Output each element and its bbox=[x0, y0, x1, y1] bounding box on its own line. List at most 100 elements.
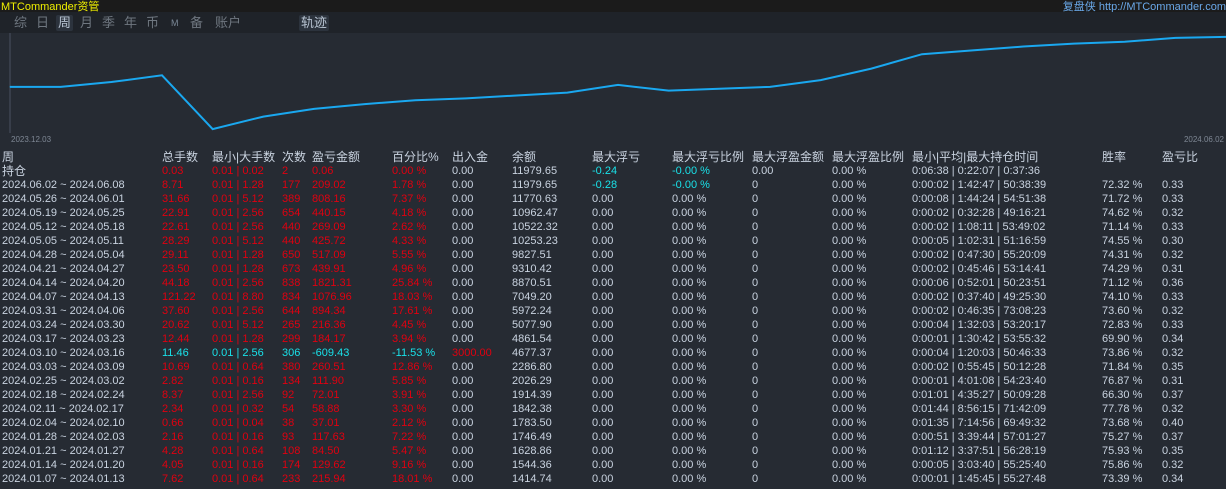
table-row[interactable]: 2024.02.25 ~ 2024.03.02 2.82 0.01 | 0.16 13… bbox=[0, 374, 1226, 388]
table-cell: 0.00 bbox=[452, 291, 474, 303]
table-cell: 0.01 | 0.04 bbox=[212, 417, 264, 429]
column-header[interactable]: 最小|大手数 bbox=[212, 150, 275, 164]
data-point bbox=[668, 90, 670, 92]
tab-0[interactable]: 综 bbox=[12, 15, 29, 31]
tab-9[interactable]: 账户 bbox=[213, 15, 243, 31]
table-cell: 0.00 bbox=[592, 305, 614, 317]
table-cell: 0.01 | 0.16 bbox=[212, 375, 264, 387]
table-row[interactable]: 2024.03.31 ~ 2024.04.06 37.60 0.01 | 2.56 6… bbox=[0, 304, 1226, 318]
table-cell: 0.31 bbox=[1162, 375, 1184, 387]
data-point bbox=[617, 84, 619, 86]
table-row[interactable]: 2024.04.07 ~ 2024.04.13 121.22 0.01 | 8.80… bbox=[0, 290, 1226, 304]
column-header[interactable]: 盈亏比 bbox=[1162, 150, 1198, 164]
tab-3[interactable]: 月 bbox=[78, 15, 95, 31]
table-cell: 0.00 % bbox=[832, 179, 867, 191]
table-row[interactable]: 2024.03.03 ~ 2024.03.09 10.69 0.01 | 0.64 3… bbox=[0, 360, 1226, 374]
table-row[interactable]: 2024.03.17 ~ 2024.03.23 12.44 0.01 | 1.28 2… bbox=[0, 332, 1226, 346]
table-row[interactable]: 2024.02.11 ~ 2024.02.17 2.34 0.01 | 0.32 54… bbox=[0, 402, 1226, 416]
table-cell: 7.22 % bbox=[392, 431, 427, 443]
table-row[interactable]: 2024.01.07 ~ 2024.01.13 7.62 0.01 | 0.64 23… bbox=[0, 472, 1226, 486]
table-row[interactable]: 2024.06.02 ~ 2024.06.08 8.71 0.01 | 1.28 17… bbox=[0, 178, 1226, 192]
table-cell: 0.00 bbox=[452, 235, 474, 247]
table-row[interactable]: 2024.02.04 ~ 2024.02.10 0.66 0.01 | 0.04 38… bbox=[0, 416, 1226, 430]
table-cell: 2024.03.24 ~ 2024.03.30 bbox=[2, 319, 125, 331]
tab-8[interactable]: 备 bbox=[188, 15, 205, 31]
tab-1[interactable]: 日 bbox=[34, 15, 51, 31]
tab-4[interactable]: 季 bbox=[100, 15, 117, 31]
table-cell: 0.33 bbox=[1162, 221, 1184, 233]
table-row[interactable]: 2024.01.28 ~ 2024.02.03 2.16 0.01 | 0.16 93… bbox=[0, 430, 1226, 444]
table-row[interactable]: 2024.05.12 ~ 2024.05.18 22.61 0.01 | 2.56 4… bbox=[0, 220, 1226, 234]
table-row[interactable]: 2024.02.18 ~ 2024.02.24 8.37 0.01 | 2.56 92… bbox=[0, 388, 1226, 402]
tab-7[interactable]: M bbox=[169, 15, 181, 31]
column-header[interactable]: 最大浮盈金额 bbox=[752, 150, 824, 164]
column-header[interactable]: 次数 bbox=[282, 150, 306, 164]
table-cell: 0.32 bbox=[1162, 249, 1184, 261]
x-end-label: 2024.06.02 bbox=[1183, 135, 1224, 144]
table-cell: 0.00 bbox=[452, 333, 474, 345]
table-cell: 4.96 % bbox=[392, 263, 427, 275]
table-cell: 0.00 bbox=[592, 291, 614, 303]
table-cell: 0.00 bbox=[452, 431, 474, 443]
data-point bbox=[364, 103, 366, 105]
table-cell: 0:00:04 | 1:32:03 | 53:20:17 bbox=[912, 319, 1047, 331]
table-cell: 174 bbox=[282, 459, 301, 471]
table-cell: 0.33 bbox=[1162, 193, 1184, 205]
table-row[interactable]: 2024.05.19 ~ 2024.05.25 22.91 0.01 | 2.56 6… bbox=[0, 206, 1226, 220]
column-header[interactable]: 余额 bbox=[512, 150, 536, 164]
table-cell: 894.34 bbox=[312, 305, 346, 317]
column-header[interactable]: 总手数 bbox=[162, 150, 198, 164]
table-cell: 299 bbox=[282, 333, 301, 345]
table-cell: 0.00 % bbox=[672, 361, 707, 373]
table-row[interactable]: 2024.01.14 ~ 2024.01.20 4.05 0.01 | 0.16 17… bbox=[0, 458, 1226, 472]
column-header[interactable]: 最大浮亏比例 bbox=[672, 150, 744, 164]
table-cell: 0:00:04 | 1:20:03 | 50:46:33 bbox=[912, 347, 1047, 359]
table-cell: 84.50 bbox=[312, 445, 340, 457]
column-header[interactable]: 胜率 bbox=[1102, 150, 1126, 164]
table-row[interactable]: 2024.03.24 ~ 2024.03.30 20.62 0.01 | 5.12 2… bbox=[0, 318, 1226, 332]
table-row[interactable]: 2024.05.26 ~ 2024.06.01 31.66 0.01 | 5.12 3… bbox=[0, 192, 1226, 206]
column-header[interactable]: 周 bbox=[2, 150, 14, 164]
table-cell: 0.00 bbox=[452, 249, 474, 261]
table-cell: 0.00 % bbox=[832, 221, 867, 233]
tab-6[interactable]: 币 bbox=[144, 15, 161, 31]
table-cell: 66.30 % bbox=[1102, 389, 1143, 401]
table-cell: 2024.06.02 ~ 2024.06.08 bbox=[2, 179, 125, 191]
table-cell: 0 bbox=[752, 263, 759, 275]
table-cell: 17.61 % bbox=[392, 305, 433, 317]
position-row[interactable]: 持仓 0.03 0.01 | 0.02 2 0.06 0.00 % 0.00 11979.65… bbox=[0, 164, 1226, 178]
tab-5[interactable]: 年 bbox=[122, 15, 139, 31]
table-cell: 5.55 % bbox=[392, 249, 427, 261]
table-cell: 38 bbox=[282, 417, 295, 429]
top-bar: MTCommander资管 复盘侠 http://MTCommander.com bbox=[0, 0, 1226, 13]
table-row[interactable]: 2024.01.21 ~ 2024.01.27 4.28 0.01 | 0.64 10… bbox=[0, 444, 1226, 458]
table-cell: 0.00 % bbox=[832, 473, 867, 485]
table-cell: 0.00 bbox=[592, 445, 614, 457]
table-cell: 2024.02.25 ~ 2024.03.02 bbox=[2, 375, 125, 387]
table-row[interactable]: 2024.04.21 ~ 2024.04.27 23.50 0.01 | 1.28 6… bbox=[0, 262, 1226, 276]
column-header[interactable]: 最大浮亏 bbox=[592, 150, 640, 164]
table-row[interactable]: 2024.03.10 ~ 2024.03.16 11.46 0.01 | 2.56 3… bbox=[0, 346, 1226, 360]
table-cell: 0.00 bbox=[452, 319, 474, 331]
tab-10[interactable]: 轨迹 bbox=[299, 15, 330, 31]
data-point bbox=[921, 53, 923, 55]
table-row[interactable]: 2024.04.14 ~ 2024.04.20 44.18 0.01 | 2.56 8… bbox=[0, 276, 1226, 290]
column-header[interactable]: 盈亏金额 bbox=[312, 150, 360, 164]
table-cell: 71.84 % bbox=[1102, 361, 1143, 373]
column-header[interactable]: 百分比% bbox=[392, 150, 439, 164]
column-header[interactable]: 最小|平均|最大持仓时间 bbox=[912, 150, 1038, 164]
column-header[interactable]: 最大浮盈比例 bbox=[832, 150, 904, 164]
data-point bbox=[465, 97, 467, 99]
data-point bbox=[566, 92, 568, 94]
table-row[interactable]: 2024.04.28 ~ 2024.05.04 29.11 0.01 | 1.28 6… bbox=[0, 248, 1226, 262]
table-cell: 2.16 bbox=[162, 431, 184, 443]
table-cell: 0:01:01 | 4:35:27 | 50:09:28 bbox=[912, 389, 1047, 401]
table-cell: 0.00 bbox=[592, 473, 614, 485]
table-row[interactable]: 2024.05.05 ~ 2024.05.11 28.29 0.01 | 5.12 4… bbox=[0, 234, 1226, 248]
column-header[interactable]: 出入金 bbox=[452, 150, 488, 164]
tab-2[interactable]: 周 bbox=[56, 15, 74, 31]
table-cell: 0.00 % bbox=[832, 193, 867, 205]
table-cell: 0 bbox=[752, 431, 759, 443]
table-header[interactable]: 周 总手数 最小|大手数 次数 盈亏金额 百分比% 出入金 余额 最大浮亏 最大浮亏比例 最大浮盈金… bbox=[0, 150, 1226, 164]
table-cell: 0.00 bbox=[452, 221, 474, 233]
